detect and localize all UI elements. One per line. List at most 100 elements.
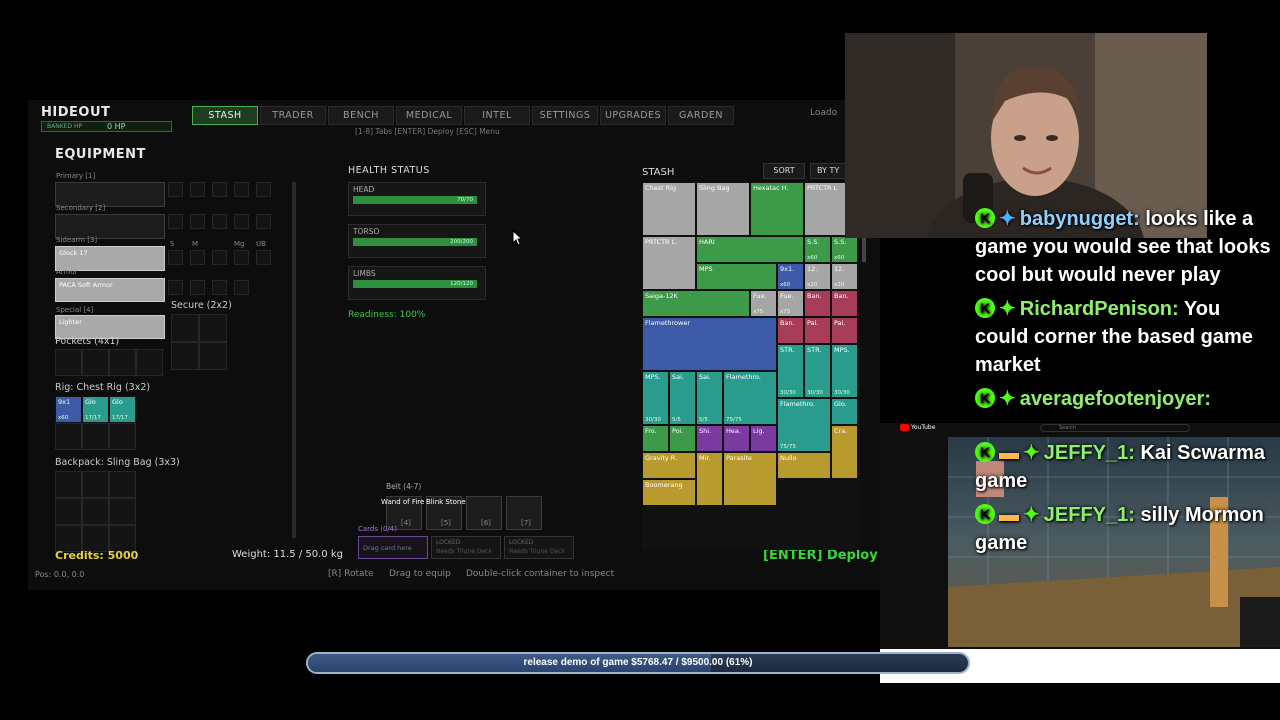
- stash-item[interactable]: Sling Bag: [696, 182, 750, 236]
- stash-item[interactable]: S.S. x60: [831, 236, 858, 263]
- pockets-grid[interactable]: [55, 349, 165, 377]
- sort-button[interactable]: SORT: [763, 163, 805, 179]
- stash-item[interactable]: Shi.: [696, 425, 723, 452]
- stash-item[interactable]: Pai.: [804, 317, 831, 344]
- stash-item[interactable]: Flamethro. 75/75: [777, 398, 831, 452]
- tab-trader[interactable]: TRADER: [260, 106, 326, 125]
- stash-item[interactable]: Ban.: [777, 317, 804, 344]
- primary-label: Primary [1]: [56, 172, 96, 180]
- stash-item[interactable]: Lig.: [750, 425, 777, 452]
- rig-item-glock-mag-2[interactable]: Glo 17/17: [109, 396, 136, 423]
- chat-message: K ✦ averagefootenjoyer:: [975, 385, 1275, 413]
- stash-item[interactable]: Mir.: [696, 452, 723, 506]
- armor-mods: [168, 278, 278, 298]
- stash-item[interactable]: Ban.: [831, 290, 858, 317]
- equipment-scrollbar[interactable]: [292, 182, 296, 538]
- chat-username[interactable]: RichardPenison:: [1020, 298, 1179, 320]
- stash-item[interactable]: Poi.: [669, 425, 696, 452]
- equipment-title: EQUIPMENT: [55, 147, 146, 162]
- stash-item[interactable]: Boomerang: [642, 479, 696, 506]
- kick-badge-icon: K: [975, 208, 995, 228]
- kick-badge-icon: K: [975, 298, 995, 318]
- chat-username[interactable]: averagefootenjoyer:: [1020, 388, 1211, 410]
- tab-settings[interactable]: SETTINGS: [532, 106, 598, 125]
- mod-label-mg: Mg: [234, 240, 245, 248]
- stash-item[interactable]: Sai. 5/5: [696, 371, 723, 425]
- banked-value: 0 HP: [107, 122, 126, 131]
- chat-username[interactable]: babynugget:: [1020, 208, 1140, 230]
- belt-slot-7[interactable]: [7]: [506, 496, 542, 530]
- stash-item[interactable]: 9x1. x60: [777, 263, 804, 290]
- stash-item[interactable]: 12. x20: [831, 263, 858, 290]
- health-head: HEAD 70/70: [348, 182, 486, 216]
- chat-message: K ▬ ✦ JEFFY_1: silly Mormon game: [975, 501, 1275, 557]
- chat-message: K ✦ babynugget: looks like a game you woul…: [975, 205, 1275, 289]
- stash-item[interactable]: Fue. x75: [777, 290, 804, 317]
- stash-item[interactable]: Fue. x75: [750, 290, 777, 317]
- stash-item[interactable]: Saiga-12K: [642, 290, 750, 317]
- stash-item[interactable]: Ban.: [804, 290, 831, 317]
- kick-badge-icon: K: [975, 442, 995, 462]
- stash-item[interactable]: Flamethrower: [642, 317, 777, 371]
- armor-slot[interactable]: PACA Soft Armor: [55, 278, 165, 302]
- stash-item[interactable]: PRTCTR L.: [642, 236, 696, 290]
- stash-item[interactable]: MPS. 30/30: [831, 344, 858, 398]
- deploy-button[interactable]: [ENTER] Deploy: [763, 548, 878, 563]
- rig-item-ammo[interactable]: 9x1 x60: [55, 396, 82, 423]
- backpack-grid[interactable]: [55, 471, 137, 553]
- secondary-mods: [168, 208, 278, 240]
- tab-upgrades[interactable]: UPGRADES: [600, 106, 666, 125]
- stash-item[interactable]: Gravity R.: [642, 452, 696, 479]
- stash-item[interactable]: Parasite: [723, 452, 777, 506]
- stash-item[interactable]: MPS. 30/30: [642, 371, 669, 425]
- stash-item[interactable]: Pai.: [831, 317, 858, 344]
- torso-value: 200/200: [450, 239, 473, 245]
- hint-rotate: [R] Rotate: [328, 569, 374, 579]
- stash-item[interactable]: Fro.: [642, 425, 669, 452]
- stash-item[interactable]: Glo.: [831, 398, 858, 425]
- tab-intel[interactable]: INTEL: [464, 106, 530, 125]
- chat-username[interactable]: JEFFY_1:: [1044, 442, 1135, 464]
- tab-garden[interactable]: GARDEN: [668, 106, 734, 125]
- secure-label: Secure (2x2): [171, 300, 232, 311]
- stash-item[interactable]: Flamethro. 75/75: [723, 371, 777, 425]
- stash-item[interactable]: Hexatac H.: [750, 182, 804, 236]
- armor-label: Armor: [56, 268, 78, 276]
- card-drop-slot[interactable]: Drag card here: [358, 536, 428, 559]
- stash-item[interactable]: Hea.: [723, 425, 750, 452]
- stash-item[interactable]: 12. x20: [804, 263, 831, 290]
- stash-item[interactable]: Cra.: [831, 425, 858, 479]
- tab-stash[interactable]: STASH: [192, 106, 258, 125]
- stash-item[interactable]: Sai. 5/5: [669, 371, 696, 425]
- tab-medical[interactable]: MEDICAL: [396, 106, 462, 125]
- stash-grid[interactable]: Chest Rig Sling Bag Hexatac H. PRTCTR L …: [642, 182, 860, 550]
- position-readout: Pos: 0.0, 0.0: [35, 570, 85, 579]
- stash-item[interactable]: HARI: [696, 236, 804, 263]
- stash-item[interactable]: Chest Rig: [642, 182, 696, 236]
- belt-item-blink[interactable]: Blink Stone: [426, 498, 466, 506]
- stash-item[interactable]: S.S. x60: [804, 236, 831, 263]
- pockets-label: Pockets (4x1): [55, 336, 120, 347]
- secure-grid[interactable]: [171, 314, 227, 370]
- readiness: Readiness: 100%: [348, 310, 426, 320]
- belt-slot-6[interactable]: [6]: [466, 496, 502, 530]
- torso-label: TORSO: [353, 227, 380, 236]
- chat-username[interactable]: JEFFY_1:: [1044, 504, 1135, 526]
- stash-item[interactable]: STR. 30/30: [777, 344, 804, 398]
- health-torso: TORSO 200/200: [348, 224, 486, 258]
- banked-hp-box: BANKED HP 0 HP: [41, 121, 172, 132]
- stash-item[interactable]: Nullo: [777, 452, 831, 479]
- loadout-tab[interactable]: Loado: [810, 108, 837, 118]
- rig-grid[interactable]: 9x1 x60 Glo 17/17 Glo 17/17: [55, 396, 137, 450]
- belt-item-wand[interactable]: Wand of Fire: [381, 498, 424, 506]
- stash-scrollbar[interactable]: [862, 238, 866, 262]
- tab-bench[interactable]: BENCH: [328, 106, 394, 125]
- chat-overlay: K ✦ babynugget: looks like a game you woul…: [975, 205, 1275, 563]
- stash-item[interactable]: MPS: [696, 263, 777, 290]
- rig-item-glock-mag-1[interactable]: Glo 17/17: [82, 396, 109, 423]
- cards-label: Cards (0/4): [358, 525, 397, 533]
- stash-item[interactable]: STR. 30/30: [804, 344, 831, 398]
- youtube-logo-icon: [900, 424, 909, 431]
- banked-label: BANKED HP: [47, 123, 83, 130]
- kick-badge-icon: K: [975, 504, 995, 524]
